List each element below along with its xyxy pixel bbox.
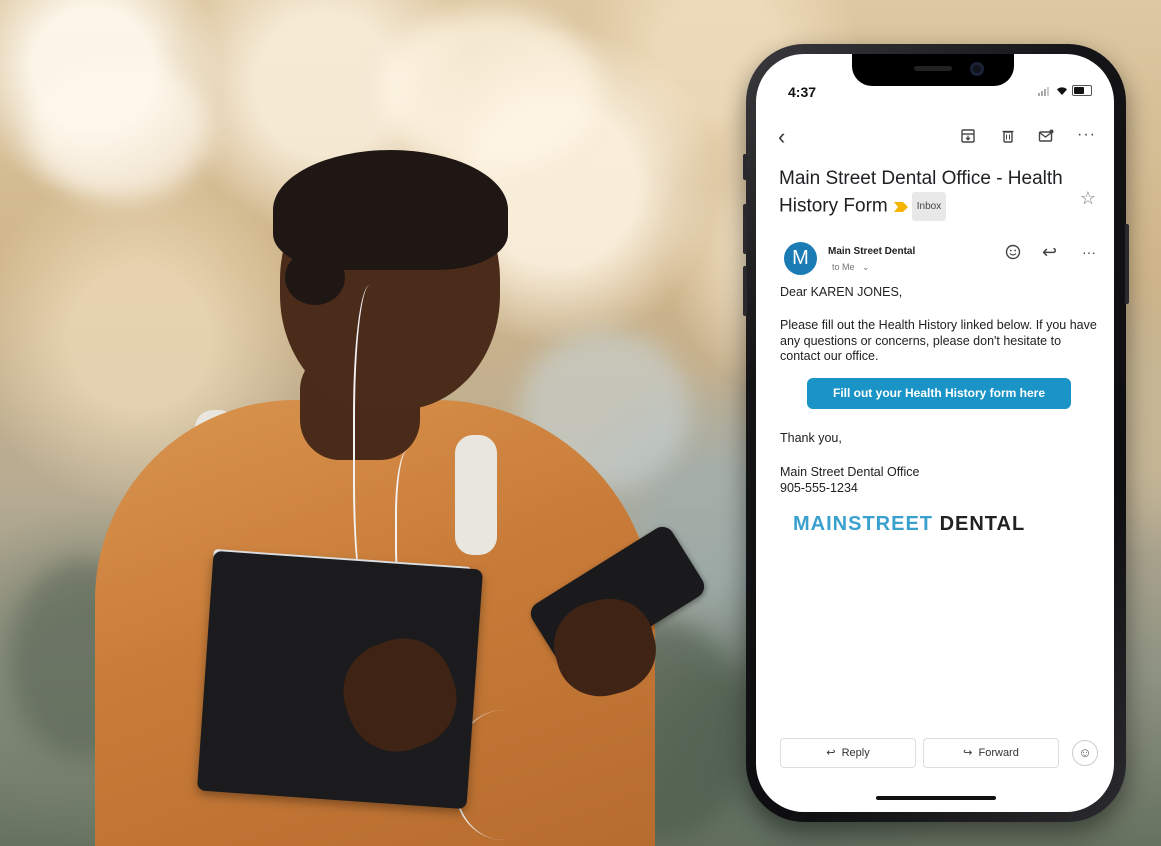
trash-icon[interactable] — [1000, 128, 1016, 144]
status-time: 4:37 — [788, 84, 817, 100]
signal-icon — [1038, 86, 1052, 96]
reply-forward-bar: ↩ Reply ↪ Forward ☺ — [756, 738, 1114, 778]
forward-icon: ↪ — [963, 747, 973, 759]
reply-icon[interactable]: ↩ — [1042, 242, 1057, 263]
back-icon[interactable]: ‹ — [778, 124, 785, 150]
archive-icon[interactable] — [960, 128, 976, 144]
status-icons — [1038, 85, 1092, 96]
health-history-form-button[interactable]: Fill out your Health History form here — [807, 378, 1071, 409]
star-icon[interactable]: ☆ — [1080, 188, 1096, 209]
emoji-icon[interactable] — [1005, 244, 1021, 260]
emoji-react-icon[interactable]: ☺ — [1072, 740, 1098, 766]
closing: Thank you, — [780, 431, 842, 445]
message-more-icon[interactable]: ··· — [1082, 244, 1096, 260]
important-marker-icon[interactable] — [893, 201, 908, 212]
forward-button[interactable]: ↪ Forward — [923, 738, 1059, 768]
more-icon[interactable]: ··· — [1077, 126, 1096, 144]
reply-small-icon: ↩ — [826, 747, 836, 759]
signature-name: Main Street Dental Office — [780, 465, 920, 479]
wifi-icon — [1056, 86, 1068, 96]
avatar: M — [784, 242, 817, 275]
email-toolbar: ‹ ··· — [756, 122, 1114, 152]
sender-name: Main Street Dental — [828, 246, 916, 257]
chevron-down-icon: ⌄ — [862, 262, 870, 272]
phone-screen: 4:37 ‹ ··· Main Street Dental Office - H… — [756, 54, 1114, 812]
mainstreet-dental-logo: MAINSTREET DENTAL — [793, 513, 1025, 536]
logo-part2: DENTAL — [939, 513, 1026, 535]
mark-unread-icon[interactable] — [1038, 128, 1054, 144]
logo-part1: MAINSTREET — [793, 513, 933, 535]
signature-phone: 905-555-1234 — [780, 481, 858, 495]
email-subject: Main Street Dental Office - Health Histo… — [779, 165, 1079, 221]
greeting: Dear KAREN JONES, — [780, 285, 903, 299]
reply-label: Reply — [841, 747, 870, 759]
notch — [852, 54, 1014, 86]
phone-device: 4:37 ‹ ··· Main Street Dental Office - H… — [743, 44, 1129, 822]
reply-button[interactable]: ↩ Reply — [780, 738, 916, 768]
forward-label: Forward — [978, 747, 1019, 759]
battery-icon — [1072, 85, 1092, 96]
inbox-label[interactable]: Inbox — [911, 192, 947, 221]
woman-with-phone — [95, 150, 709, 846]
recipient-details[interactable]: to Me ⌄ — [832, 262, 870, 273]
home-indicator[interactable] — [876, 796, 996, 800]
email-paragraph: Please fill out the Health History linke… — [780, 318, 1097, 363]
recipient-text: to Me — [832, 262, 855, 272]
